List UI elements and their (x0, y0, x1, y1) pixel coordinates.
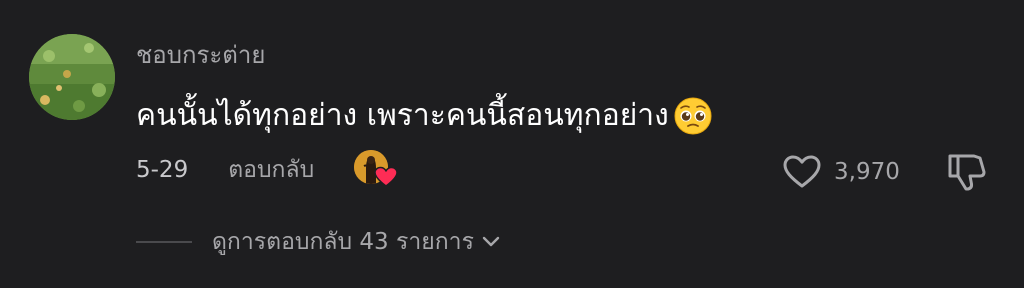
comment-item: ชอบกระต่าย คนนั้นได้ทุกอย่าง เพราะคนนี้ส… (0, 0, 1024, 288)
creator-liked-badge (354, 150, 400, 190)
comment-date: 5-29 (136, 157, 189, 183)
thumbs-down-icon[interactable] (944, 150, 990, 194)
heart-outline-icon[interactable] (782, 154, 822, 190)
comment-meta: 5-29 ตอบกลับ (136, 150, 400, 190)
pleading-face-emoji (674, 97, 712, 135)
divider (136, 241, 192, 243)
view-replies-label[interactable]: ดูการตอบกลับ 43 รายการ (212, 224, 474, 260)
reply-button[interactable]: ตอบกลับ (228, 150, 314, 190)
view-replies-button[interactable]: ดูการตอบกลับ 43 รายการ (136, 224, 500, 260)
like-button[interactable]: 3,970 (782, 150, 900, 194)
comment-text: คนนั้นได้ทุกอย่าง เพราะคนนี้สอนทุกอย่าง (136, 98, 669, 133)
heart-filled-icon (374, 166, 398, 187)
avatar-image (29, 34, 115, 120)
username[interactable]: ชอบกระต่าย (136, 38, 265, 72)
comment-body: คนนั้นได้ทุกอย่าง เพราะคนนี้สอนทุกอย่าง (136, 94, 713, 138)
avatar[interactable] (29, 34, 115, 120)
chevron-down-icon[interactable] (482, 236, 500, 248)
like-count: 3,970 (834, 159, 900, 185)
